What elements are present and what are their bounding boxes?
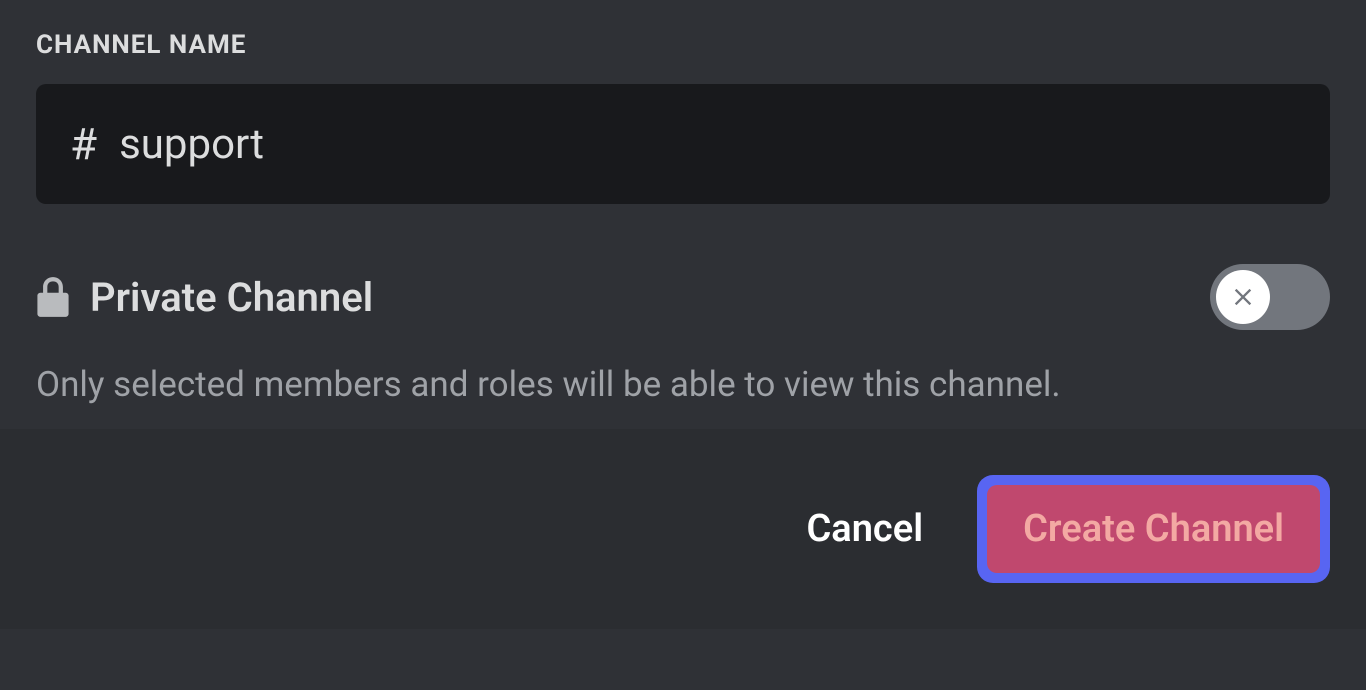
- hash-icon: #: [70, 122, 97, 166]
- modal-body: CHANNEL NAME # Private Channel Only sele…: [0, 0, 1366, 429]
- channel-name-input-wrap[interactable]: #: [36, 84, 1330, 204]
- create-channel-button[interactable]: Create Channel: [987, 485, 1320, 573]
- channel-name-label: CHANNEL NAME: [36, 30, 1330, 60]
- private-channel-left: Private Channel: [36, 274, 373, 321]
- lock-icon: [36, 277, 70, 317]
- private-channel-label: Private Channel: [90, 274, 373, 321]
- private-channel-toggle[interactable]: [1210, 264, 1330, 330]
- close-icon: [1229, 283, 1257, 311]
- cancel-button[interactable]: Cancel: [782, 489, 947, 569]
- private-channel-description: Only selected members and roles will be …: [36, 360, 1330, 409]
- channel-name-input[interactable]: [119, 120, 1296, 169]
- modal-footer: Cancel Create Channel: [0, 429, 1366, 629]
- private-channel-row: Private Channel: [36, 264, 1330, 330]
- create-button-highlight: Create Channel: [977, 475, 1330, 583]
- toggle-knob: [1216, 270, 1270, 324]
